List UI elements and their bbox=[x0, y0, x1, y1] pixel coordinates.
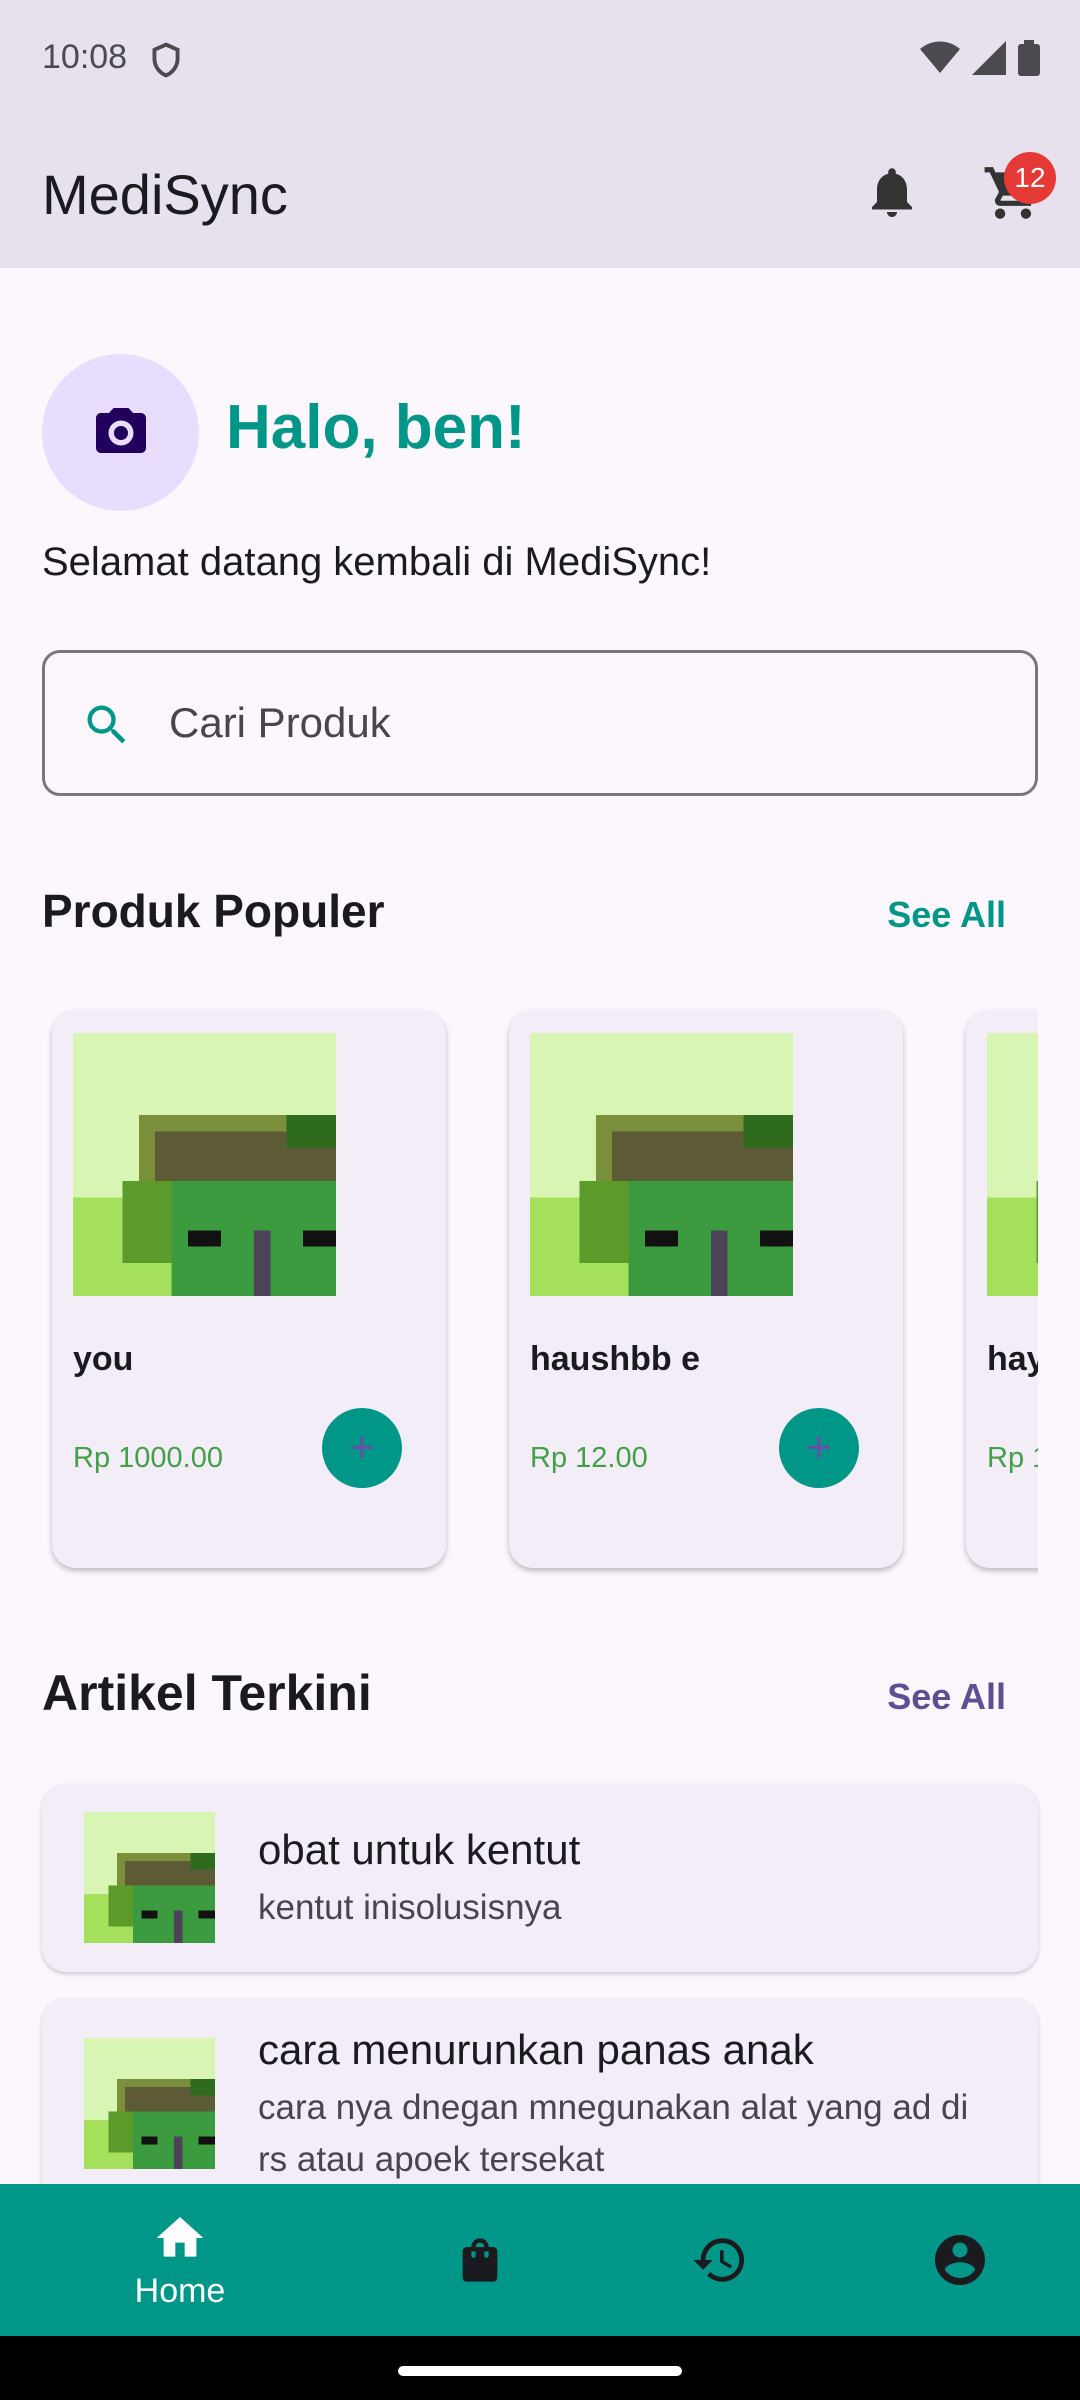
nav-home-label: Home bbox=[134, 2271, 226, 2310]
shopping-bag-icon bbox=[462, 2238, 498, 2282]
signal-icon bbox=[972, 41, 1006, 75]
greeting: Halo, ben! bbox=[226, 393, 526, 462]
account-icon bbox=[935, 2235, 985, 2285]
popular-title: Produk Populer bbox=[42, 885, 385, 937]
articles-see-all[interactable]: See All bbox=[887, 1676, 1006, 1718]
wifi-icon bbox=[920, 41, 960, 73]
product-name: hay bbox=[987, 1340, 1038, 1378]
product-image bbox=[73, 1033, 336, 1296]
avatar[interactable] bbox=[42, 354, 199, 511]
popular-products-list[interactable]: you Rp 1000.00 + haushbb e Rp 12.00 + ha… bbox=[42, 1000, 1038, 1590]
home-gesture-handle[interactable] bbox=[398, 2366, 682, 2376]
plus-icon: + bbox=[349, 1423, 375, 1472]
bottom-navigation: Home bbox=[0, 2184, 1080, 2336]
product-image bbox=[987, 1033, 1038, 1296]
product-card[interactable]: you Rp 1000.00 + bbox=[52, 1010, 446, 1568]
search-icon bbox=[87, 705, 126, 744]
article-title: cara menurunkan panas anak bbox=[258, 2026, 814, 2073]
product-price: Rp 1000.00 bbox=[73, 1442, 223, 1474]
app-bar: MediSync 12 bbox=[0, 118, 1080, 268]
status-bar: 10:08 bbox=[0, 0, 1080, 118]
add-to-cart-button[interactable]: + bbox=[322, 1408, 402, 1488]
history-icon bbox=[693, 2238, 745, 2282]
camera-icon bbox=[95, 407, 146, 453]
cart-badge: 12 bbox=[1004, 152, 1056, 204]
nav-account[interactable] bbox=[825, 2184, 1080, 2336]
product-image bbox=[530, 1033, 793, 1296]
product-name: you bbox=[73, 1340, 134, 1378]
article-subtitle: kentut inisolusisnya bbox=[258, 1888, 562, 1927]
article-card[interactable]: obat untuk kentut kentut inisolusisnya bbox=[42, 1784, 1038, 1972]
popular-see-all[interactable]: See All bbox=[887, 894, 1006, 936]
article-subtitle: cara nya dnegan mnegunakan alat yang ad … bbox=[258, 2088, 969, 2179]
search-field[interactable] bbox=[42, 650, 1038, 796]
product-card[interactable]: hay Rp 1 bbox=[966, 1010, 1038, 1568]
status-icons bbox=[920, 40, 1040, 76]
add-to-cart-button[interactable]: + bbox=[779, 1408, 859, 1488]
nav-products[interactable] bbox=[345, 2184, 615, 2336]
bell-icon[interactable] bbox=[862, 162, 922, 222]
welcome-text: Selamat datang kembali di MediSync! bbox=[42, 540, 712, 584]
app-title: MediSync bbox=[42, 163, 288, 226]
gesture-bar bbox=[0, 2336, 1080, 2400]
nav-home[interactable]: Home bbox=[45, 2184, 315, 2336]
search-input[interactable] bbox=[169, 653, 989, 793]
shield-icon bbox=[152, 42, 180, 78]
nav-history[interactable] bbox=[585, 2184, 855, 2336]
home-icon bbox=[156, 2216, 204, 2257]
status-time: 10:08 bbox=[42, 38, 128, 76]
article-title: obat untuk kentut bbox=[258, 1826, 581, 1873]
plus-icon: + bbox=[806, 1423, 832, 1472]
product-name: haushbb e bbox=[530, 1340, 701, 1378]
article-image bbox=[84, 2038, 215, 2169]
product-price: Rp 12.00 bbox=[530, 1442, 648, 1474]
product-card[interactable]: haushbb e Rp 12.00 + bbox=[509, 1010, 903, 1568]
product-price: Rp 1 bbox=[987, 1442, 1038, 1474]
article-image bbox=[84, 1812, 215, 1943]
articles-title: Artikel Terkini bbox=[42, 1665, 372, 1721]
battery-icon bbox=[1018, 40, 1040, 76]
